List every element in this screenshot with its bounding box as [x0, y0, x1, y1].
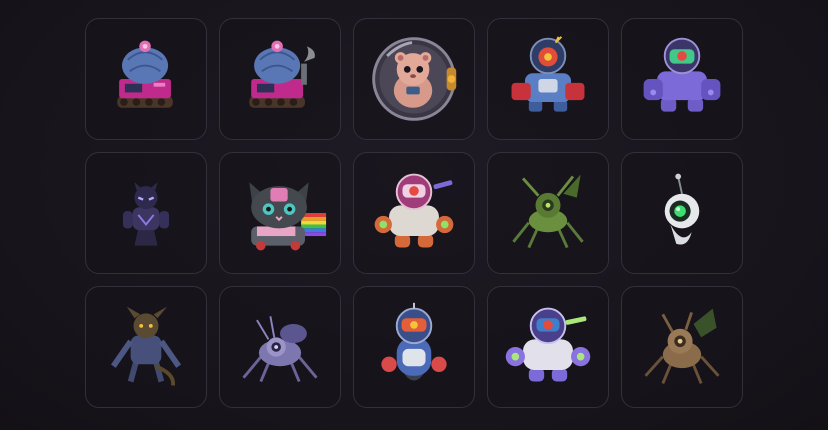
orange-white-robot-icon — [374, 173, 454, 248]
purple-mech-robot-icon — [643, 37, 721, 112]
green-insect-drone-icon — [512, 174, 584, 249]
purple-panther-icon — [122, 182, 170, 246]
collectible-grid — [85, 18, 743, 408]
collectible-tile[interactable] — [621, 152, 743, 274]
nyan-cat-robot-icon — [249, 182, 327, 251]
collectible-tile[interactable] — [219, 286, 341, 408]
collectible-tile[interactable] — [85, 286, 207, 408]
collectible-tile[interactable] — [353, 18, 475, 140]
cactus-tank-icon — [117, 40, 173, 108]
purple-white-mech-icon — [505, 307, 591, 382]
hamster-ball-icon — [372, 37, 457, 121]
collectible-tile[interactable] — [353, 152, 475, 274]
collectible-tile[interactable] — [621, 18, 743, 140]
collectible-tile[interactable] — [353, 286, 475, 408]
collectible-tile[interactable] — [487, 286, 609, 408]
collectible-tile[interactable] — [85, 152, 207, 274]
collectible-tile[interactable] — [219, 152, 341, 274]
capsule-robot-icon — [381, 302, 447, 381]
collectible-tile[interactable] — [219, 18, 341, 140]
collectible-tile[interactable] — [85, 18, 207, 140]
collectible-tile[interactable] — [487, 152, 609, 274]
blue-mech-robot-icon — [511, 36, 585, 112]
purple-spider-bot-icon — [242, 316, 318, 383]
collectible-tile[interactable] — [487, 18, 609, 140]
floating-orb-drone-icon — [664, 173, 700, 245]
cactus-steam-tank-icon — [249, 40, 315, 108]
brown-insect-bot-icon — [644, 308, 720, 385]
werewolf-creature-icon — [110, 306, 182, 386]
collectible-tile[interactable] — [621, 286, 743, 408]
